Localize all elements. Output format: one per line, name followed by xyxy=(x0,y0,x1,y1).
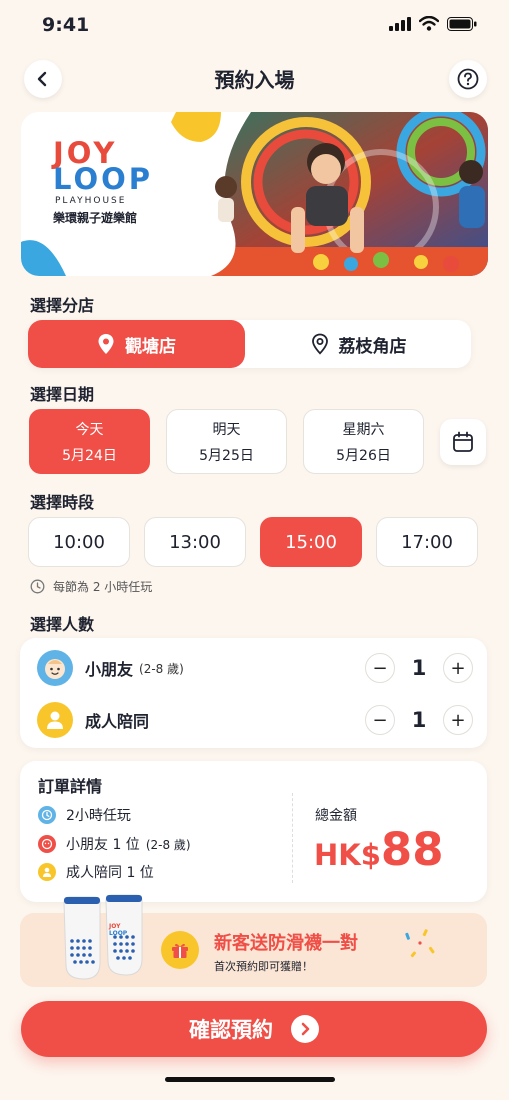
child-quantity: 1 xyxy=(411,656,427,680)
signal-icon xyxy=(389,16,411,31)
sock-icon xyxy=(63,894,143,980)
clock-icon xyxy=(30,579,45,594)
brand-word2: LOOP xyxy=(53,162,154,196)
order-item-text: 2小時任玩 xyxy=(66,808,131,824)
brand-sub: PLAYHOUSE xyxy=(55,196,127,206)
child-label: 小朋友 xyxy=(85,660,134,679)
calendar-icon xyxy=(453,431,473,452)
timeslot-section-title: 選擇時段 xyxy=(30,493,95,512)
branch-selector: 觀塘店 荔枝角店 xyxy=(28,320,471,368)
person-icon xyxy=(38,863,56,881)
child-row: 小朋友 (2-8 歲) − 1 + xyxy=(20,642,487,694)
status-time: 9:41 xyxy=(42,14,90,36)
promo-banner[interactable]: JOY LOOP 新客送防滑襪一對 首次預約即可獲贈！ xyxy=(20,894,487,987)
date-option-today[interactable]: 今天 5月24日 xyxy=(29,409,150,474)
date-option-saturday[interactable]: 星期六 5月26日 xyxy=(303,409,424,474)
adult-row: 成人陪同 − 1 + xyxy=(20,694,487,746)
people-section-title: 選擇人數 xyxy=(30,615,95,634)
total-amount: HK$ 88 xyxy=(314,823,444,876)
order-item-child: 小朋友 1 位 (2-8 歲) xyxy=(38,834,191,854)
date-value: 5月26日 xyxy=(336,447,391,464)
date-day: 明天 xyxy=(212,421,241,438)
gift-icon xyxy=(172,943,188,958)
location-pin-icon xyxy=(98,334,114,354)
status-icons xyxy=(389,16,477,31)
order-title: 訂單詳情 xyxy=(38,777,103,796)
promo-title: 新客送防滑襪一對 xyxy=(214,933,358,954)
total-value: 88 xyxy=(380,823,444,876)
child-face-icon xyxy=(38,835,56,853)
adult-avatar xyxy=(37,702,73,738)
page-title: 預約入場 xyxy=(214,68,295,92)
date-section-title: 選擇日期 xyxy=(30,385,95,404)
status-bar: 9:41 xyxy=(0,0,509,50)
branch-option-kwun-tong[interactable]: 觀塘店 xyxy=(28,320,245,368)
adult-plus-button[interactable]: + xyxy=(443,705,473,735)
confirm-booking-label: 確認預約 xyxy=(189,1018,273,1042)
baby-face-icon xyxy=(45,659,65,679)
order-item-duration: 2小時任玩 xyxy=(38,805,131,825)
date-value: 5月25日 xyxy=(199,447,254,464)
adult-quantity: 1 xyxy=(411,708,427,732)
timeslot-1300[interactable]: 13:00 xyxy=(144,517,246,567)
timeslot-note-text: 每節為 2 小時任玩 xyxy=(53,580,153,594)
help-button[interactable] xyxy=(449,60,487,98)
gift-badge xyxy=(161,931,199,969)
help-icon xyxy=(457,68,479,90)
timeslot-1000[interactable]: 10:00 xyxy=(28,517,130,567)
clock-icon xyxy=(38,806,56,824)
adult-stepper: − 1 + xyxy=(365,705,473,735)
order-item-text: 成人陪同 1 位 xyxy=(66,865,154,881)
arrow-right-icon xyxy=(291,1015,319,1043)
order-divider xyxy=(292,793,293,883)
order-summary-card: 訂單詳情 2小時任玩 小朋友 1 位 (2-8 歲) 成人陪同 1 位 總金額 … xyxy=(20,761,487,902)
branch-section-title: 選擇分店 xyxy=(30,296,95,315)
order-item-adult: 成人陪同 1 位 xyxy=(38,862,154,882)
home-indicator xyxy=(165,1077,335,1082)
confetti-icon xyxy=(405,929,435,958)
order-item-text: 小朋友 1 位 xyxy=(66,837,140,853)
promo-subtitle: 首次預約即可獲贈！ xyxy=(214,960,313,973)
total-currency: HK$ xyxy=(314,838,381,872)
sock-brand-1: JOY xyxy=(109,923,121,930)
calendar-button[interactable] xyxy=(440,419,486,465)
date-value: 5月24日 xyxy=(62,447,117,464)
timeslot-note: 每節為 2 小時任玩 xyxy=(30,578,152,595)
sock-brand-2: LOOP xyxy=(109,930,128,937)
adult-label: 成人陪同 xyxy=(85,712,150,731)
hero-banner: JOY LOOP PLAYHOUSE 樂環親子遊樂館 xyxy=(21,112,488,276)
confirm-booking-button[interactable]: 確認預約 xyxy=(21,1001,487,1057)
timeslot-1500[interactable]: 15:00 xyxy=(260,517,362,567)
total-label: 總金額 xyxy=(315,808,357,824)
child-minus-button[interactable]: − xyxy=(365,653,395,683)
branch-option-label: 荔枝角店 xyxy=(338,336,407,357)
order-item-age: (2-8 歲) xyxy=(145,837,191,852)
child-plus-button[interactable]: + xyxy=(443,653,473,683)
location-pin-outline-icon xyxy=(311,333,328,355)
child-age: (2-8 歲) xyxy=(139,661,184,676)
date-option-tomorrow[interactable]: 明天 5月25日 xyxy=(166,409,287,474)
brand-name: 樂環親子遊樂館 xyxy=(53,211,138,225)
date-day: 今天 xyxy=(75,421,104,438)
wifi-icon xyxy=(419,16,439,31)
date-day: 星期六 xyxy=(342,421,385,438)
timeslot-1700[interactable]: 17:00 xyxy=(376,517,478,567)
adult-minus-button[interactable]: − xyxy=(365,705,395,735)
branch-option-label: 觀塘店 xyxy=(125,336,176,357)
child-stepper: − 1 + xyxy=(365,653,473,683)
battery-icon xyxy=(447,16,477,31)
branch-option-lai-chi-kok[interactable]: 荔枝角店 xyxy=(250,320,467,368)
child-avatar xyxy=(37,650,73,686)
person-icon xyxy=(47,711,63,729)
